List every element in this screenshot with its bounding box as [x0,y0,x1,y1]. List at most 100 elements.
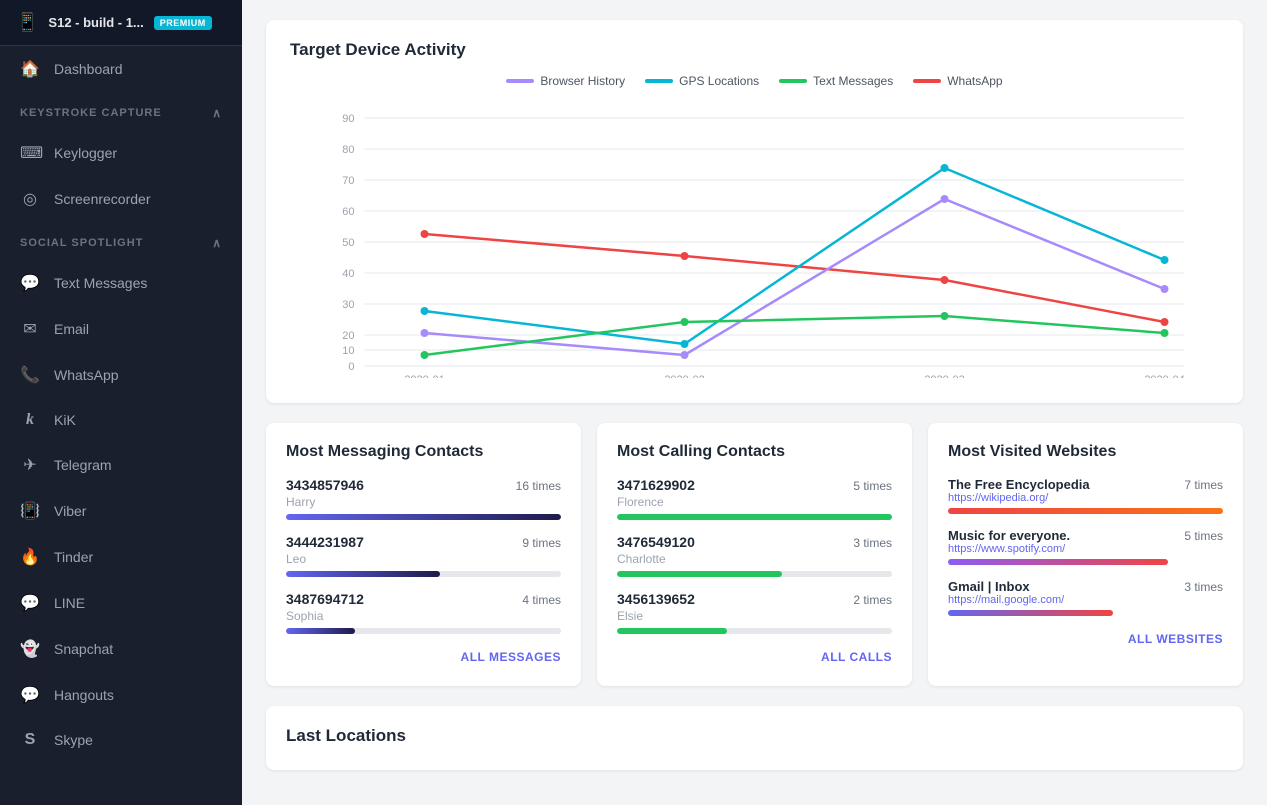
telegram-icon: ✈ [20,455,40,475]
all-calls-link[interactable]: ALL CALLS [821,650,892,664]
all-messages-link[interactable]: ALL MESSAGES [461,650,561,664]
messaging-bar-1 [286,514,561,520]
website-bar-1 [948,508,1223,514]
calling-bar-2 [617,571,782,577]
messaging-bar-2 [286,571,440,577]
svg-text:2020-02: 2020-02 [664,374,704,378]
svg-text:2020-03: 2020-03 [924,374,964,378]
messaging-count-3: 4 times [522,593,561,607]
calling-name-2: Charlotte [617,552,892,566]
calling-contact-3-header: 3456139652 2 times [617,591,892,607]
stats-row: Most Messaging Contacts 3434857946 16 ti… [266,423,1243,686]
messaging-count-2: 9 times [522,536,561,550]
viber-icon: 📳 [20,501,40,521]
sidebar-item-whatsapp[interactable]: 📞 WhatsApp [0,352,242,398]
tinder-label: Tinder [54,549,93,565]
calling-count-2: 3 times [853,536,892,550]
calling-footer[interactable]: ALL CALLS [617,648,892,666]
calling-contact-2: 3476549120 3 times Charlotte [617,534,892,577]
all-websites-link[interactable]: ALL WEBSITES [1128,632,1223,646]
svg-text:90: 90 [342,113,354,125]
calling-contact-3: 3456139652 2 times Elsie [617,591,892,634]
messaging-contact-2: 3444231987 9 times Leo [286,534,561,577]
skype-icon: S [20,731,40,749]
social-section-header[interactable]: SOCIAL SPOTLIGHT ∧ [0,226,242,260]
websites-title: Most Visited Websites [948,443,1223,461]
device-icon: 📱 [16,12,38,33]
websites-card: Most Visited Websites The Free Encyclope… [928,423,1243,686]
website-2-url[interactable]: https://www.spotify.com/ [948,543,1223,555]
svg-text:20: 20 [342,330,354,342]
calling-title: Most Calling Contacts [617,443,892,461]
websites-footer[interactable]: ALL WEBSITES [948,630,1223,648]
svg-text:2020-01: 2020-01 [404,374,444,378]
website-3-title: Gmail | Inbox [948,579,1030,594]
calling-contact-1: 3471629902 5 times Florence [617,477,892,520]
messaging-contact-2-header: 3444231987 9 times [286,534,561,550]
calling-contact-1-header: 3471629902 5 times [617,477,892,493]
sidebar-item-line[interactable]: 💬 LINE [0,580,242,626]
svg-text:80: 80 [342,144,354,156]
sidebar-item-skype[interactable]: S Skype [0,718,242,762]
website-3-count: 3 times [1184,580,1223,594]
website-2-count: 5 times [1184,529,1223,543]
chart-svg-wrapper: 90 80 70 60 50 40 30 20 10 0 [290,98,1219,383]
keyboard-icon: ⌨ [20,143,40,163]
chart-legend: Browser History GPS Locations Text Messa… [290,74,1219,88]
website-2: Music for everyone. 5 times https://www.… [948,528,1223,565]
social-section-label: SOCIAL SPOTLIGHT [20,237,143,249]
legend-whatsapp: WhatsApp [913,74,1002,88]
sidebar-item-hangouts[interactable]: 💬 Hangouts [0,672,242,718]
sidebar-item-kik[interactable]: k KiK [0,398,242,442]
website-3-url[interactable]: https://mail.google.com/ [948,594,1223,606]
messaging-count-1: 16 times [516,479,561,493]
calling-bar-bg-3 [617,628,892,634]
messaging-contact-1: 3434857946 16 times Harry [286,477,561,520]
telegram-label: Telegram [54,457,112,473]
keystroke-section-header[interactable]: KEYSTROKE CAPTURE ∧ [0,96,242,130]
sidebar-item-email[interactable]: ✉ Email [0,306,242,352]
svg-text:0: 0 [348,361,354,373]
website-1-url[interactable]: https://wikipedia.org/ [948,492,1223,504]
messaging-bar-3 [286,628,355,634]
browser-legend-label: Browser History [540,74,625,88]
sidebar-item-dashboard[interactable]: 🏠 Dashboard [0,46,242,92]
messaging-title: Most Messaging Contacts [286,443,561,461]
messaging-contact-3: 3487694712 4 times Sophia [286,591,561,634]
sidebar-item-text-messages[interactable]: 💬 Text Messages [0,260,242,306]
browser-legend-color [506,79,534,83]
hangouts-label: Hangouts [54,687,114,703]
messaging-number-1: 3434857946 [286,477,364,493]
whatsapp-label: WhatsApp [54,367,119,383]
sidebar-item-keylogger[interactable]: ⌨ Keylogger [0,130,242,176]
screenrecorder-icon: ◎ [20,189,40,209]
svg-text:60: 60 [342,206,354,218]
messaging-contact-3-header: 3487694712 4 times [286,591,561,607]
website-1-count: 7 times [1184,478,1223,492]
sidebar-item-telegram[interactable]: ✈ Telegram [0,442,242,488]
calling-number-3: 3456139652 [617,591,695,607]
chevron-up-icon-2: ∧ [212,236,222,250]
activity-chart-svg: 90 80 70 60 50 40 30 20 10 0 [290,98,1219,378]
svg-text:50: 50 [342,237,354,249]
calling-bar-3 [617,628,727,634]
screenrecorder-label: Screenrecorder [54,191,151,207]
viber-label: Viber [54,503,86,519]
chevron-up-icon: ∧ [212,106,222,120]
device-header: 📱 S12 - build - 1... PREMIUM [0,0,242,46]
calling-name-3: Elsie [617,609,892,623]
premium-badge: PREMIUM [154,16,212,30]
sidebar-item-tinder[interactable]: 🔥 Tinder [0,534,242,580]
website-bar-2 [948,559,1168,565]
calling-card: Most Calling Contacts 3471629902 5 times… [597,423,912,686]
text-messages-label: Text Messages [54,275,147,291]
sidebar-item-viber[interactable]: 📳 Viber [0,488,242,534]
legend-gps: GPS Locations [645,74,759,88]
kik-label: KiK [54,412,76,428]
device-name: S12 - build - 1... [48,15,143,30]
website-1: The Free Encyclopedia 7 times https://wi… [948,477,1223,514]
messaging-footer[interactable]: ALL MESSAGES [286,648,561,666]
sidebar-item-snapchat[interactable]: 👻 Snapchat [0,626,242,672]
website-2-title: Music for everyone. [948,528,1070,543]
sidebar-item-screenrecorder[interactable]: ◎ Screenrecorder [0,176,242,222]
